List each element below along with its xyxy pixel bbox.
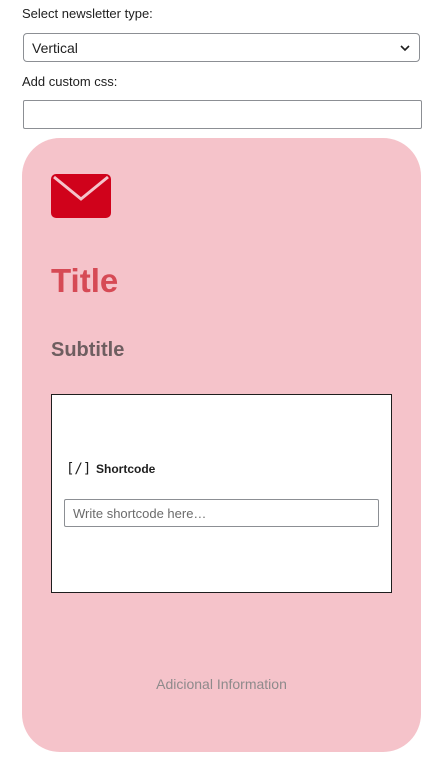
newsletter-settings-panel: Select newsletter type: Vertical Add cus…: [0, 0, 436, 762]
shortcode-label: Shortcode: [96, 462, 156, 476]
shortcode-icon: [/]: [66, 461, 92, 477]
card-title[interactable]: Title: [51, 261, 118, 301]
custom-css-label: Add custom css:: [22, 74, 118, 89]
card-subtitle[interactable]: Subtitle: [51, 338, 124, 362]
shortcode-input[interactable]: Write shortcode here…: [64, 499, 379, 527]
newsletter-preview-card: Title Subtitle [/] Shortcode Write short…: [22, 138, 421, 752]
newsletter-type-select[interactable]: Vertical: [23, 33, 420, 62]
shortcode-placeholder: Write shortcode here…: [73, 505, 207, 521]
envelope-icon: [51, 174, 111, 218]
newsletter-type-label: Select newsletter type:: [22, 6, 153, 21]
chevron-down-icon: [400, 45, 410, 52]
newsletter-type-value: Vertical: [32, 39, 78, 56]
additional-information[interactable]: Adicional Information: [22, 676, 421, 692]
shortcode-header: [/] Shortcode: [66, 461, 155, 477]
custom-css-input[interactable]: [23, 100, 422, 129]
shortcode-block[interactable]: [/] Shortcode Write shortcode here…: [51, 394, 392, 593]
